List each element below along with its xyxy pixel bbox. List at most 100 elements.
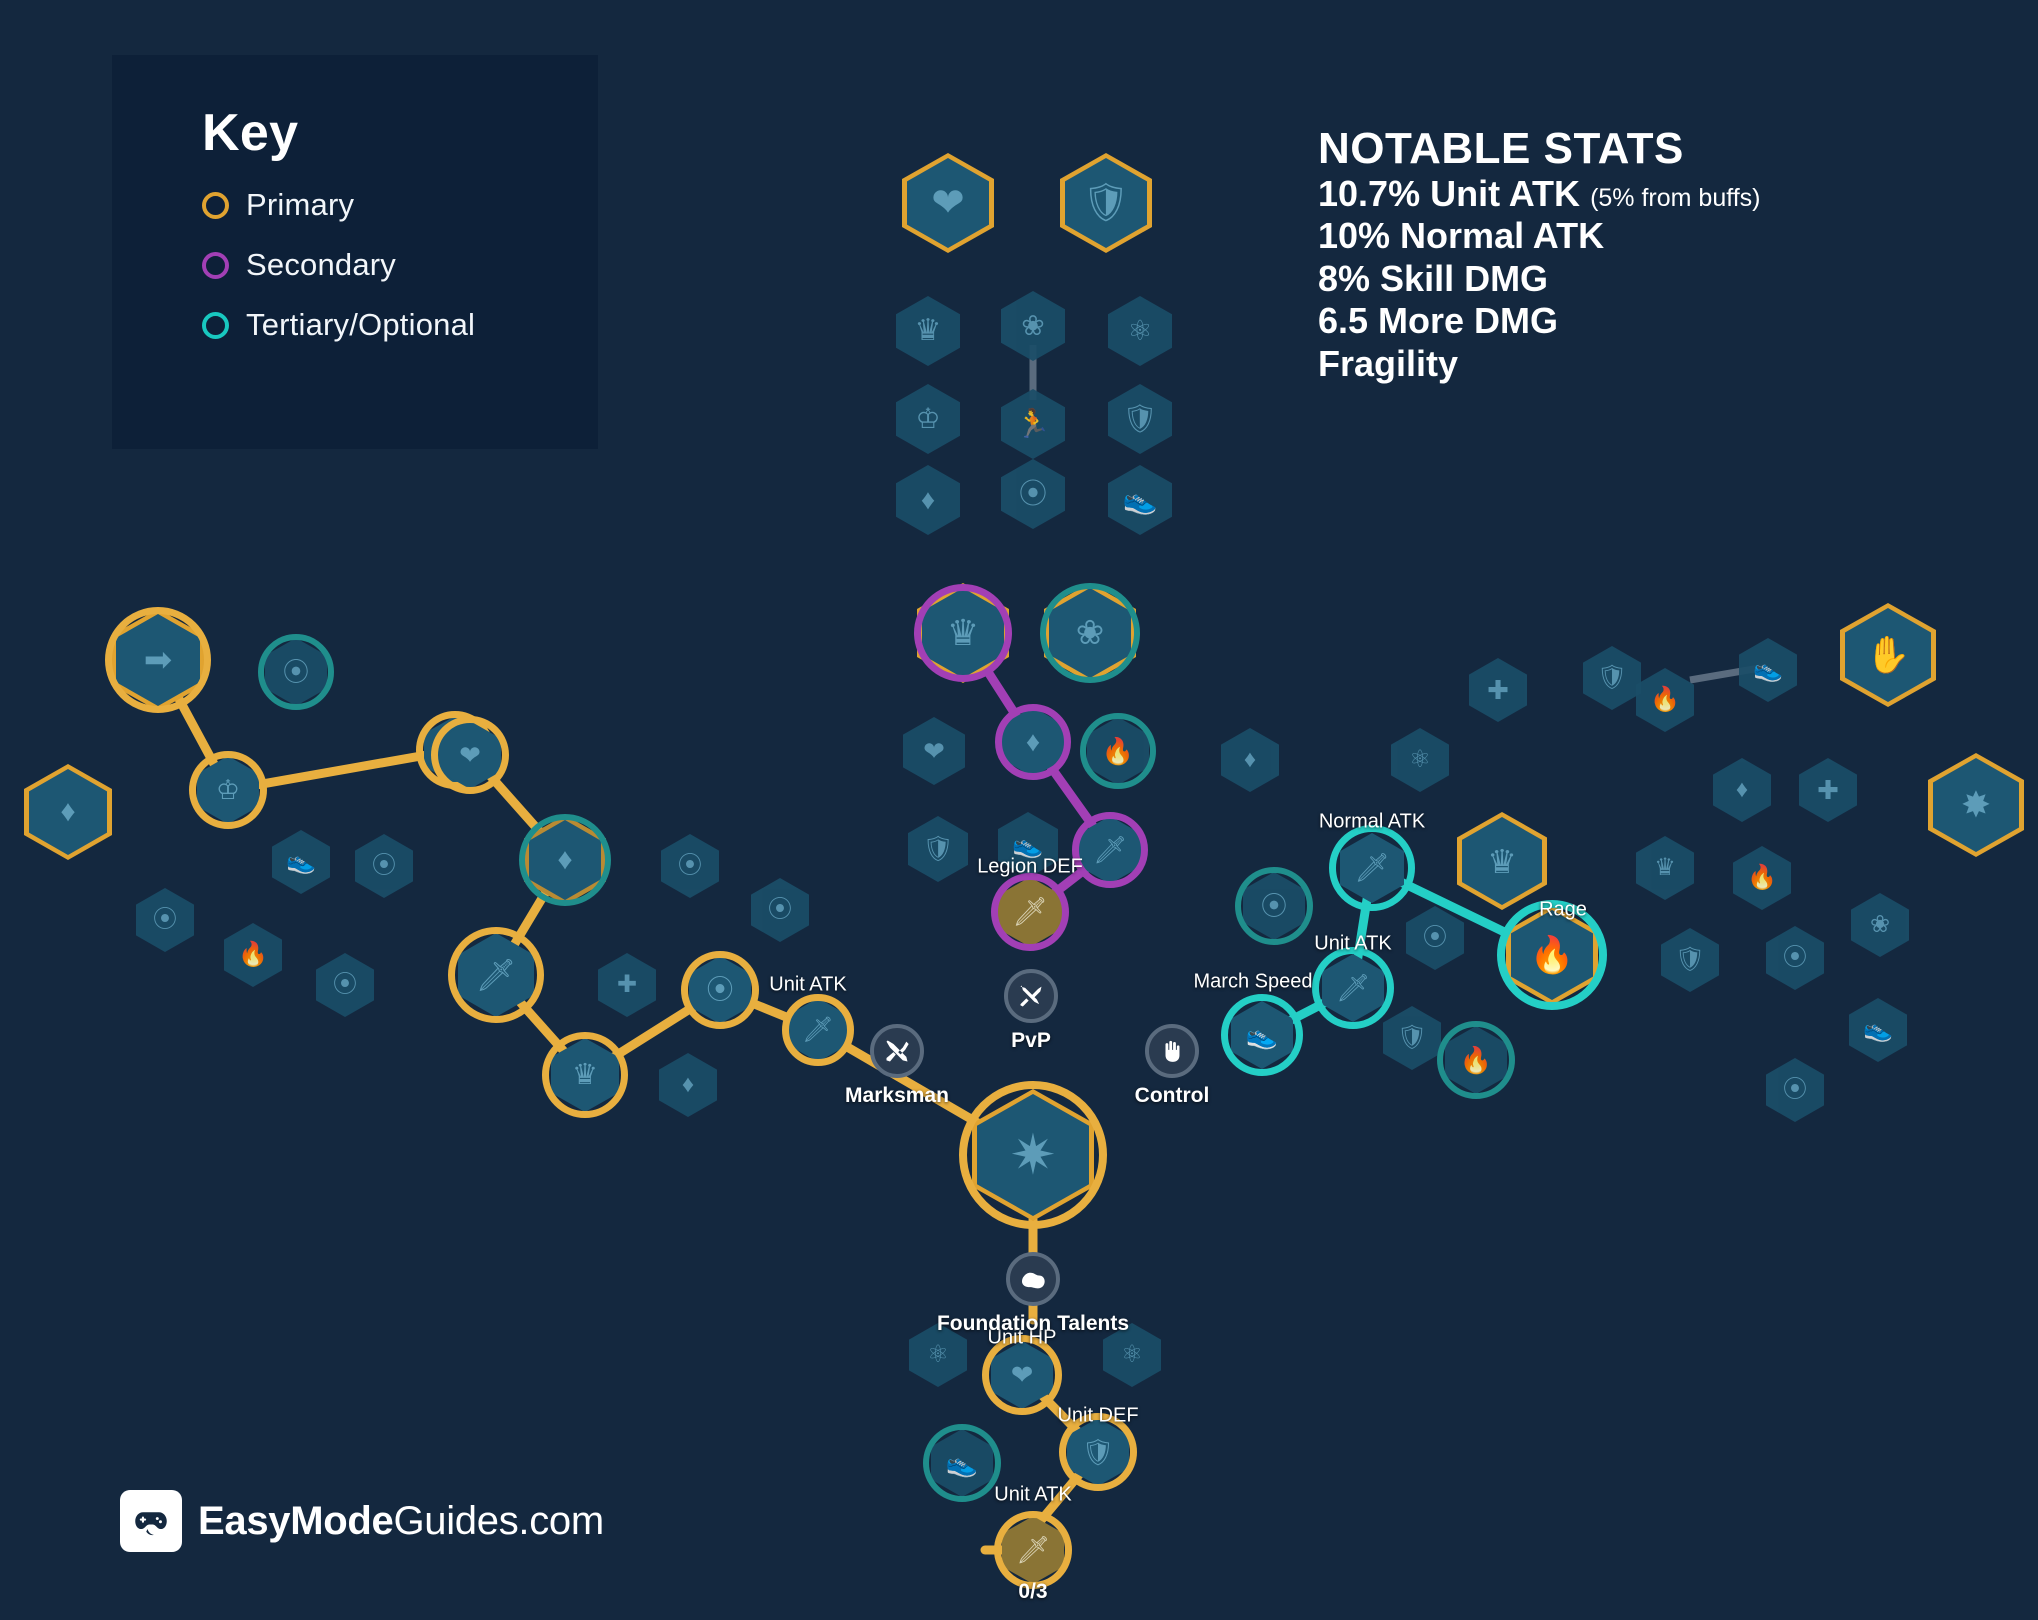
- talent-node-gold-shield[interactable]: 🛡: [1060, 153, 1152, 253]
- key-label-secondary: Secondary: [246, 247, 397, 282]
- talent-node-crown-fr: ♛: [1636, 836, 1694, 900]
- talent-node-crest: 🛡: [1108, 384, 1172, 454]
- ring-icon-primary: [202, 191, 229, 219]
- talent-tree-infographic: ❤ 🛡 ♛ ❀ ⚛ ♔ 🏃 🛡 ♦ ⦿ 👟 ♛ ❀ ♦ ❤ 🔥 🛡 👟 🗡 🗡 …: [0, 0, 2038, 1620]
- talent-node-cross-ml: ✚: [1469, 658, 1527, 722]
- talent-node-claw-e: ⦿: [316, 953, 374, 1017]
- talent-node-gold-heart-hands[interactable]: ❤: [902, 153, 994, 253]
- ring-icon-tertiary: [202, 311, 229, 339]
- ring-tertiary-claw: [258, 634, 334, 710]
- talent-node-cross-fr: ✚: [1799, 758, 1857, 822]
- ring-secondary-sigil: [995, 704, 1071, 780]
- talent-node-gold-spire[interactable]: ♦: [24, 764, 112, 860]
- badge-foundation[interactable]: Foundation Talents: [937, 1252, 1129, 1335]
- label-unit-def: Unit DEF: [1057, 1404, 1139, 1427]
- logo-text-bold: EasyMode: [198, 1498, 394, 1543]
- stat-line-3: 8% Skill DMG: [1318, 257, 1549, 299]
- talent-node-shield-r: 🛡: [1383, 1006, 1441, 1070]
- ring-icon-secondary: [202, 251, 229, 279]
- talent-node-claw-fr2: ⦿: [1766, 1058, 1824, 1122]
- ring-primary-beast: [189, 751, 267, 829]
- logo-text: EasyModeGuides.com: [198, 1499, 604, 1544]
- talent-node-gold-crown-r[interactable]: ♛: [1457, 812, 1547, 910]
- talent-node-angel: ♔: [896, 384, 960, 454]
- ring-tertiary-boot: [923, 1424, 1001, 1502]
- label-rage: Rage: [1539, 898, 1587, 921]
- talent-node-claw-d: ⦿: [136, 888, 194, 952]
- badge-pvp[interactable]: PvP: [1004, 969, 1058, 1052]
- crossed-arrow-icon: [1004, 969, 1058, 1023]
- ring-tertiary-flame-r: [1437, 1021, 1515, 1099]
- talent-node-runner: 🏃: [1001, 389, 1065, 459]
- talent-node-wing-fr: ❀: [1851, 893, 1909, 957]
- talent-node-spire-ml: ♦: [1221, 728, 1279, 792]
- talent-node-potion-ml: ⚛: [1391, 728, 1449, 792]
- gamepad-icon: [120, 1490, 182, 1552]
- talent-node-claw-r: ⦿: [1406, 906, 1464, 970]
- label-march-speed: March Speed: [1193, 970, 1313, 993]
- ring-core-star: [959, 1081, 1107, 1229]
- label-unit-atk-right: Unit ATK: [1314, 932, 1392, 955]
- talent-node-potion: ⚛: [1108, 296, 1172, 366]
- stat-line-5: Fragility: [1318, 342, 1459, 384]
- ring-unit-atk-right: [1312, 947, 1394, 1029]
- ring-tertiary-emblem: [519, 814, 611, 906]
- label-unit-atk-bottom: Unit ATK: [994, 1483, 1072, 1506]
- talent-node-claw-f: ⦿: [751, 878, 809, 942]
- key-item-primary: Primary: [112, 187, 598, 223]
- site-logo[interactable]: EasyModeGuides.com: [120, 1490, 604, 1552]
- notable-stats-panel: NOTABLE STATS 10.7% Unit ATK (5% from bu…: [1318, 124, 1761, 385]
- key-item-secondary: Secondary: [112, 247, 598, 283]
- talent-node-spire: ♦: [896, 465, 960, 535]
- talent-node-swirl: ⦿: [1001, 459, 1065, 529]
- talent-node-boot-c: 👟: [272, 830, 330, 894]
- talent-node-boot-fr2: 👟: [1849, 998, 1907, 1062]
- talent-node-crest-b: 🛡: [908, 816, 968, 882]
- ring-tertiary-flame: [1080, 713, 1156, 789]
- talent-node-gold-orb[interactable]: ✸: [1928, 753, 2024, 857]
- talent-node-boot-fr: 👟: [1739, 638, 1797, 702]
- ring-march-speed: [1221, 994, 1303, 1076]
- talent-node-spire-g: ♦: [659, 1053, 717, 1117]
- ring-secondary-sword: [1072, 812, 1148, 888]
- stat-line-4: 6.5 More DMG: [1318, 300, 1559, 342]
- bow-icon: [870, 1024, 924, 1078]
- stat-line-1: 10.7% Unit ATK (5% from buffs): [1318, 173, 1761, 215]
- key-item-tertiary: Tertiary/Optional: [112, 307, 598, 343]
- label-normal-atk: Normal ATK: [1318, 810, 1426, 833]
- talent-node-gold-hand[interactable]: ✋: [1840, 603, 1936, 707]
- key-title: Key: [202, 104, 299, 162]
- stat-line-2: 10% Normal ATK: [1318, 215, 1605, 257]
- talent-node-wing-sigil: ❀: [1001, 291, 1065, 361]
- ring-primary-arrows: [105, 607, 211, 713]
- talent-node-claw-c: ⦿: [355, 834, 413, 898]
- muscle-icon: [1006, 1252, 1060, 1306]
- ring-normal-atk: [1329, 825, 1415, 911]
- ring-unit-atk-left: [782, 994, 854, 1066]
- hand-icon: [1145, 1024, 1199, 1078]
- badge-label-marksman: Marksman: [845, 1084, 949, 1107]
- talent-node-spire-fr: ♦: [1713, 758, 1771, 822]
- talent-node-flame-fr2: 🔥: [1733, 846, 1791, 910]
- talent-node-claw-fr: ⦿: [1766, 926, 1824, 990]
- talent-node-crest-fr: 🛡: [1583, 646, 1641, 710]
- talent-node-shield-fr: 🛡: [1661, 928, 1719, 992]
- key-label-primary: Primary: [246, 187, 355, 222]
- talent-node-flame-d: 🔥: [224, 923, 282, 987]
- talent-node-heart-plus-a: ❤: [903, 717, 965, 785]
- stat-text-1: 10.7% Unit ATK: [1318, 172, 1581, 214]
- badge-control[interactable]: Control: [1135, 1024, 1209, 1107]
- key-label-tertiary: Tertiary/Optional: [246, 307, 476, 342]
- ring-primary-heart: [431, 716, 509, 794]
- badge-label-control: Control: [1134, 1084, 1210, 1107]
- badge-label-pvp: PvP: [1011, 1029, 1051, 1052]
- ring-unit-atk-bottom: [994, 1511, 1072, 1589]
- badge-label-foundation: Foundation Talents: [936, 1312, 1130, 1335]
- notable-stats-title: NOTABLE STATS: [1318, 124, 1684, 173]
- ring-tertiary-swirl-r: [1235, 867, 1313, 945]
- badge-marksman[interactable]: Marksman: [845, 1024, 949, 1107]
- talent-node-cross-f: ✚: [598, 953, 656, 1017]
- ring-legion-def: [991, 873, 1069, 951]
- talent-node-boot: 👟: [1108, 465, 1172, 535]
- ring-primary-crest2: [542, 1032, 628, 1118]
